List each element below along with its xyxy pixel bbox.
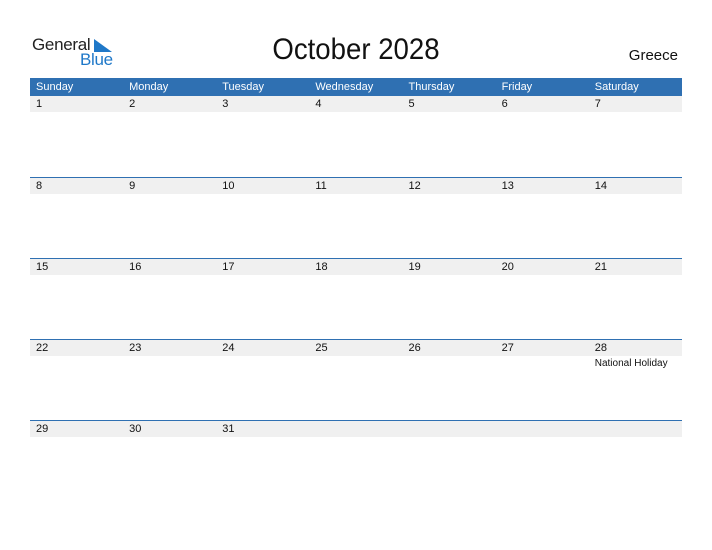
day-event — [123, 275, 216, 277]
day-number-row: 22 23 24 25 26 27 28 — [30, 340, 682, 356]
day-event — [216, 275, 309, 277]
day-event — [123, 194, 216, 196]
day-number: 14 — [594, 180, 607, 192]
day-event — [309, 112, 402, 114]
day-event — [216, 437, 309, 439]
day-event — [30, 356, 123, 369]
event-row — [30, 194, 682, 196]
day-number: 3 — [222, 98, 229, 110]
day-event — [309, 275, 402, 277]
week-row: 8 9 10 11 12 13 14 — [30, 177, 682, 258]
day-number: 1 — [36, 98, 43, 110]
day-number: 20 — [501, 261, 514, 273]
day-event — [496, 275, 589, 277]
day-number: 27 — [501, 342, 514, 354]
day-number — [309, 421, 402, 437]
week-row: 22 23 24 25 26 27 28 National Holiday — [30, 339, 682, 420]
day-event — [216, 112, 309, 114]
day-event — [496, 356, 589, 369]
day-number: 31 — [222, 423, 235, 435]
day-number-row: 15 16 17 18 19 20 21 — [30, 259, 682, 275]
weekday-sunday: Sunday — [36, 81, 74, 93]
day-event — [403, 356, 496, 369]
week-row: 1 2 3 4 5 6 7 — [30, 96, 682, 177]
day-event — [403, 194, 496, 196]
day-event — [123, 437, 216, 439]
day-number: 2 — [129, 98, 136, 110]
day-number: 17 — [222, 261, 235, 273]
day-number: 30 — [129, 423, 142, 435]
day-number-row: 1 2 3 4 5 6 7 — [30, 96, 682, 112]
day-number-row: 29 30 31 — [30, 421, 682, 437]
day-number: 7 — [594, 98, 601, 110]
week-row: 15 16 17 18 19 20 21 — [30, 258, 682, 339]
day-number: 13 — [501, 180, 514, 192]
event-row — [30, 112, 682, 114]
day-number: 26 — [408, 342, 421, 354]
weekday-friday: Friday — [501, 81, 533, 93]
day-number: 24 — [222, 342, 235, 354]
event-row: National Holiday — [30, 356, 682, 369]
day-number: 22 — [36, 342, 49, 354]
day-event — [216, 194, 309, 196]
calendar-title: October 2028 — [272, 33, 440, 66]
day-number: 12 — [408, 180, 421, 192]
event-row — [30, 275, 682, 277]
day-event — [403, 275, 496, 277]
day-event — [216, 356, 309, 369]
day-event — [309, 194, 402, 196]
day-event — [589, 275, 682, 277]
day-event — [589, 194, 682, 196]
day-event — [589, 112, 682, 114]
day-event — [496, 194, 589, 196]
day-event — [30, 437, 123, 439]
day-number: 4 — [315, 98, 322, 110]
day-number: 21 — [594, 261, 607, 273]
day-event — [309, 356, 402, 369]
weekday-tuesday: Tuesday — [222, 81, 265, 93]
day-number: 19 — [408, 261, 421, 273]
day-number: 10 — [222, 180, 235, 192]
day-event: National Holiday — [594, 358, 668, 369]
day-event — [123, 356, 216, 369]
day-number: 29 — [36, 423, 49, 435]
day-number-row: 8 9 10 11 12 13 14 — [30, 178, 682, 194]
day-number — [496, 421, 589, 437]
day-event — [403, 112, 496, 114]
day-event — [589, 437, 682, 439]
day-event — [309, 437, 402, 439]
day-event — [30, 112, 123, 114]
day-event — [496, 437, 589, 439]
event-row — [30, 437, 682, 439]
day-number: 28 — [594, 342, 607, 354]
weekday-thursday: Thursday — [408, 81, 455, 93]
weekday-wednesday: Wednesday — [315, 81, 374, 93]
day-number: 25 — [315, 342, 328, 354]
weekday-monday: Monday — [129, 81, 169, 93]
day-event — [30, 275, 123, 277]
calendar-grid: Sunday Monday Tuesday Wednesday Thursday… — [30, 78, 682, 501]
day-number: 9 — [129, 180, 136, 192]
day-event — [496, 112, 589, 114]
day-number: 6 — [501, 98, 508, 110]
weekday-saturday: Saturday — [594, 81, 639, 93]
day-event — [30, 194, 123, 196]
country-label: Greece — [628, 47, 678, 64]
day-event — [403, 437, 496, 439]
day-event — [123, 112, 216, 114]
day-number: 5 — [408, 98, 415, 110]
day-number: 8 — [36, 180, 43, 192]
day-number — [589, 421, 682, 437]
day-number: 11 — [315, 180, 327, 192]
day-number: 16 — [129, 261, 142, 273]
weekday-header: Sunday Monday Tuesday Wednesday Thursday… — [30, 78, 682, 96]
day-number: 23 — [129, 342, 142, 354]
day-number: 18 — [315, 261, 328, 273]
day-number — [403, 421, 496, 437]
day-number: 15 — [36, 261, 49, 273]
week-row: 29 30 31 — [30, 420, 682, 501]
